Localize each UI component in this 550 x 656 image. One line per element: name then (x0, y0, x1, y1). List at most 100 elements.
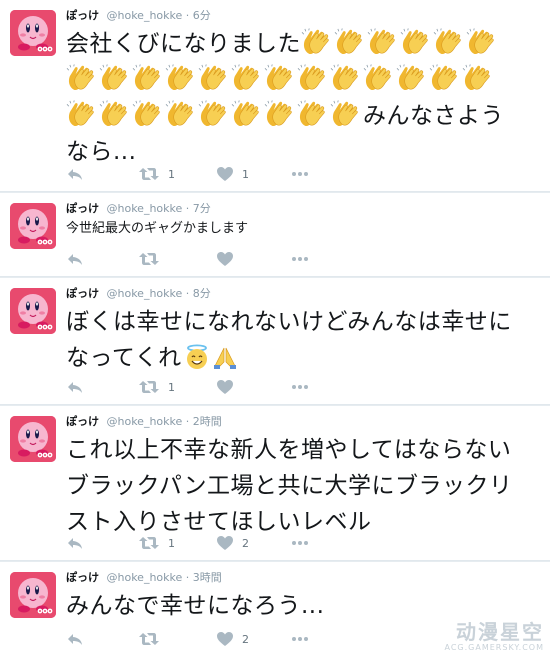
timestamp[interactable]: 6分 (193, 9, 211, 22)
more-icon (290, 378, 310, 396)
tweet-actions: 1 1 (66, 165, 366, 183)
display-name[interactable]: ぽっけ (66, 9, 99, 22)
tweet-text-line: これ以上不幸な新人を増やしてはならない (66, 437, 512, 463)
clapping-hands-emoji (99, 100, 128, 128)
tweet-card[interactable]: ぽっけ @hoke_hokke · 7分 今世紀最大のギャグかまします (0, 193, 550, 277)
clapping-hands-emoji (429, 64, 458, 92)
reply-icon (66, 165, 84, 183)
clapping-hands-emoji (330, 64, 359, 92)
timestamp[interactable]: 2時間 (193, 415, 222, 428)
more-button[interactable] (290, 165, 310, 183)
tweet-header: ぽっけ @hoke_hokke · 3時間 (66, 570, 542, 586)
smiling-face-with-halo-emoji (184, 344, 210, 370)
reply-button[interactable] (66, 250, 84, 268)
reply-button[interactable] (66, 534, 84, 552)
more-icon (290, 534, 310, 552)
more-button[interactable] (290, 250, 310, 268)
retweet-count: 1 (168, 380, 175, 394)
tweet-text-line: なってくれ (66, 345, 182, 371)
user-handle[interactable]: @hoke_hokke (107, 202, 183, 215)
reply-icon (66, 250, 84, 268)
retweet-button[interactable]: 1 (138, 378, 175, 396)
timestamp[interactable]: 3時間 (193, 571, 222, 584)
retweet-button[interactable]: 1 (138, 534, 175, 552)
like-button[interactable]: 2 (216, 534, 249, 552)
like-button[interactable] (216, 378, 242, 396)
site-watermark: 动漫星空 ACG.GAMERSKY.COM (445, 621, 544, 652)
retweet-button[interactable] (138, 250, 168, 268)
retweet-icon (138, 534, 160, 552)
clapping-hands-emoji (66, 100, 95, 128)
more-button[interactable] (290, 630, 310, 648)
user-handle[interactable]: @hoke_hokke (107, 9, 183, 22)
tweet-card[interactable]: ぽっけ @hoke_hokke · 6分 会社くびになりました みんなさよう な… (0, 0, 550, 192)
clapping-hands-emoji (231, 100, 260, 128)
tweet-card[interactable]: ぽっけ @hoke_hokke · 3時間 みんなで幸せになろう... 2 动漫… (0, 562, 550, 656)
like-button[interactable] (216, 250, 242, 268)
tweet-card[interactable]: ぽっけ @hoke_hokke · 8分 ぼくは幸せになれないけどみんなは幸せに… (0, 278, 550, 405)
kirby-avatar[interactable] (10, 572, 56, 618)
retweet-count: 1 (168, 536, 175, 550)
tweet-header: ぽっけ @hoke_hokke · 7分 (66, 201, 542, 217)
kirby-avatar[interactable] (10, 203, 56, 249)
reply-icon (66, 378, 84, 396)
more-icon (290, 165, 310, 183)
more-button[interactable] (290, 378, 310, 396)
tweet-content: ぽっけ @hoke_hokke · 7分 今世紀最大のギャグかまします (66, 201, 542, 239)
tweet-card[interactable]: ぽっけ @hoke_hokke · 2時間 これ以上不幸な新人を増やしてはならな… (0, 406, 550, 561)
clapping-hands-emoji (165, 100, 194, 128)
display-name[interactable]: ぽっけ (66, 415, 99, 428)
heart-icon (216, 165, 234, 183)
clapping-hands-emoji (466, 28, 495, 56)
retweet-button[interactable]: 1 (138, 165, 175, 183)
heart-icon (216, 630, 234, 648)
tweet-text: 今世紀最大のギャグかまします (66, 221, 249, 236)
display-name[interactable]: ぽっけ (66, 571, 99, 584)
clapping-hands-emoji (264, 100, 293, 128)
clapping-hands-emoji (363, 64, 392, 92)
tweet-text-tail: みんなさよう (363, 103, 504, 129)
clapping-hands-emoji (132, 100, 161, 128)
retweet-icon (138, 378, 160, 396)
separator: · (185, 9, 190, 22)
tweet-text: みんなで幸せになろう... (66, 593, 325, 619)
tweet-content: ぽっけ @hoke_hokke · 2時間 これ以上不幸な新人を増やしてはならな… (66, 414, 542, 540)
tweet-header: ぽっけ @hoke_hokke · 8分 (66, 286, 542, 302)
tweet-feed: ぽっけ @hoke_hokke · 6分 会社くびになりました みんなさよう な… (0, 0, 550, 656)
clapping-hands-emoji (396, 64, 425, 92)
tweet-text-line: ブラックパン工場と共に大学にブラックリ (66, 473, 513, 499)
retweet-button[interactable] (138, 630, 168, 648)
display-name[interactable]: ぽっけ (66, 202, 99, 215)
reply-icon (66, 534, 84, 552)
more-button[interactable] (290, 534, 310, 552)
like-button[interactable]: 1 (216, 165, 249, 183)
tweet-actions (66, 250, 366, 268)
reply-button[interactable] (66, 165, 84, 183)
tweet-header: ぽっけ @hoke_hokke · 6分 (66, 8, 542, 24)
clapping-hands-emoji (367, 28, 396, 56)
tweet-content: ぽっけ @hoke_hokke · 6分 会社くびになりました みんなさよう な… (66, 8, 542, 170)
reply-button[interactable] (66, 378, 84, 396)
user-handle[interactable]: @hoke_hokke (107, 415, 183, 428)
user-handle[interactable]: @hoke_hokke (107, 571, 183, 584)
kirby-avatar[interactable] (10, 10, 56, 56)
tweet-header: ぽっけ @hoke_hokke · 2時間 (66, 414, 542, 430)
like-count: 2 (242, 632, 249, 646)
kirby-avatar[interactable] (10, 288, 56, 334)
more-icon (290, 250, 310, 268)
timestamp[interactable]: 8分 (193, 287, 211, 300)
display-name[interactable]: ぽっけ (66, 287, 99, 300)
clapping-hands-emoji (132, 64, 161, 92)
timestamp[interactable]: 7分 (193, 202, 211, 215)
tweet-text-line: ぼくは幸せになれないけどみんなは幸せに (66, 309, 512, 335)
reply-icon (66, 630, 84, 648)
tweet-actions: 1 (66, 378, 366, 396)
reply-button[interactable] (66, 630, 84, 648)
kirby-avatar[interactable] (10, 416, 56, 462)
clapping-hands-emoji (66, 64, 95, 92)
user-handle[interactable]: @hoke_hokke (107, 287, 183, 300)
separator: · (185, 571, 190, 584)
like-button[interactable]: 2 (216, 630, 249, 648)
tweet-text-lead: 会社くびになりました (66, 31, 301, 57)
retweet-count: 1 (168, 167, 175, 181)
